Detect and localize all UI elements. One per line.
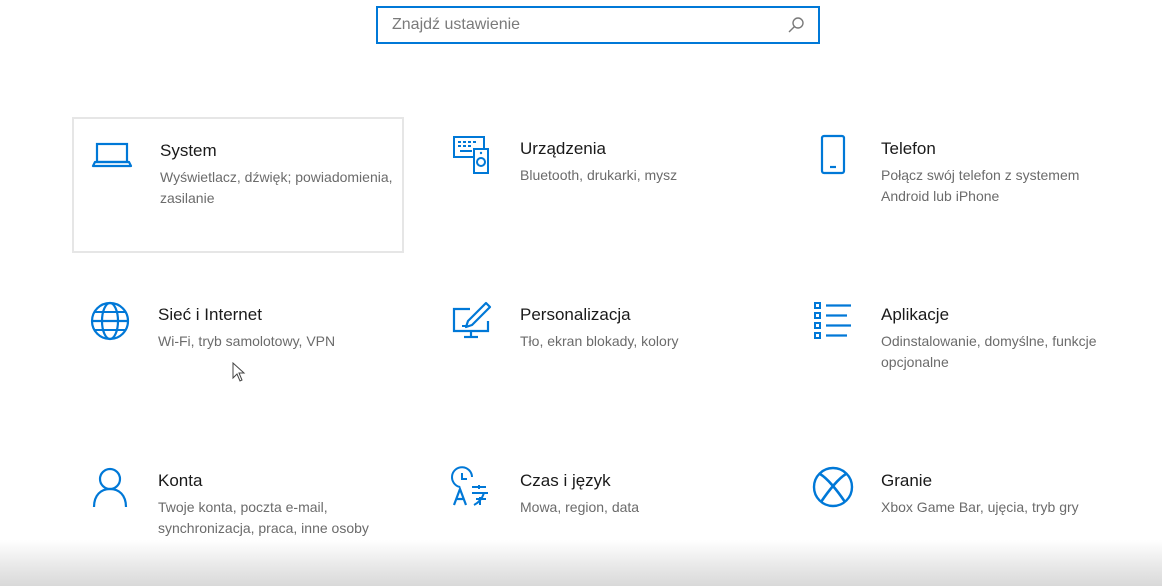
category-tile-phone[interactable]: Telefon Połącz swój telefon z systemem A… bbox=[795, 117, 1127, 253]
laptop-icon bbox=[90, 135, 134, 179]
personalization-icon bbox=[450, 299, 494, 343]
search-input[interactable] bbox=[378, 8, 786, 42]
category-tile-personalization[interactable]: Personalizacja Tło, ekran blokady, kolor… bbox=[434, 283, 766, 419]
phone-icon bbox=[811, 133, 855, 177]
category-description: Twoje konta, poczta e-mail, synchronizac… bbox=[158, 499, 369, 536]
globe-icon bbox=[88, 299, 132, 343]
settings-home: System Wyświetlacz, dźwięk; powiadomieni… bbox=[0, 0, 1162, 586]
category-title: System bbox=[160, 141, 217, 160]
category-description: Tło, ekran blokady, kolory bbox=[520, 333, 679, 349]
category-description: Połącz swój telefon z systemem Android l… bbox=[881, 167, 1080, 204]
search-icon[interactable] bbox=[786, 15, 806, 35]
category-description: Wi-Fi, tryb samolotowy, VPN bbox=[158, 333, 336, 349]
category-title: Granie bbox=[881, 471, 933, 490]
category-title: Sieć i Internet bbox=[158, 305, 262, 324]
category-description: Xbox Game Bar, ujęcia, tryb gry bbox=[881, 499, 1079, 515]
category-title: Telefon bbox=[881, 139, 936, 158]
category-title: Konta bbox=[158, 471, 203, 490]
category-tile-system[interactable]: System Wyświetlacz, dźwięk; powiadomieni… bbox=[72, 117, 404, 253]
category-title: Aplikacje bbox=[881, 305, 950, 324]
mouse-cursor-icon bbox=[232, 362, 246, 382]
category-description: Wyświetlacz, dźwięk; powiadomienia, zasi… bbox=[160, 169, 393, 206]
bottom-fade bbox=[0, 540, 1162, 586]
xbox-icon bbox=[811, 465, 855, 509]
devices-icon bbox=[450, 133, 494, 177]
category-description: Odinstalowanie, domyślne, funkcje opcjon… bbox=[881, 333, 1097, 370]
search-box[interactable] bbox=[376, 6, 820, 44]
category-tile-apps[interactable]: Aplikacje Odinstalowanie, domyślne, funk… bbox=[795, 283, 1127, 419]
person-icon bbox=[88, 465, 132, 509]
category-description: Mowa, region, data bbox=[520, 499, 640, 515]
category-tile-network[interactable]: Sieć i Internet Wi-Fi, tryb samolotowy, … bbox=[72, 283, 404, 419]
category-title: Urządzenia bbox=[520, 139, 606, 158]
category-tile-devices[interactable]: Urządzenia Bluetooth, drukarki, mysz bbox=[434, 117, 766, 253]
category-description: Bluetooth, drukarki, mysz bbox=[520, 167, 678, 183]
time-language-icon bbox=[450, 465, 494, 509]
category-title: Czas i język bbox=[520, 471, 611, 490]
category-title: Personalizacja bbox=[520, 305, 631, 324]
apps-list-icon bbox=[811, 299, 855, 343]
